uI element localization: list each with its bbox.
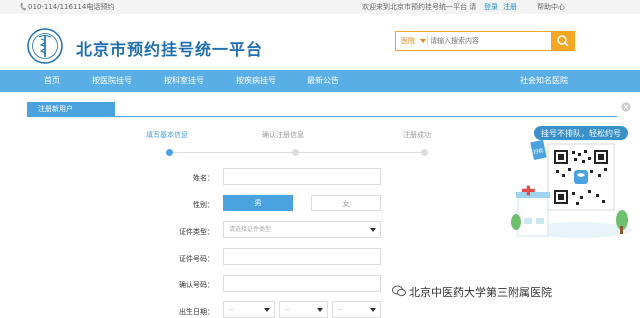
nav-item-by-hospital[interactable]: 按医院挂号: [92, 70, 132, 92]
id-number-label: 证件号码：: [179, 255, 214, 263]
id-type-select[interactable]: 请选择证件类型: [223, 221, 381, 238]
welcome-text: 欢迎来到北京市预约挂号统一平台 请: [362, 3, 477, 11]
chevron-down-icon: [370, 308, 376, 312]
step-indicator: [292, 149, 299, 156]
confirm-number-label: 确认号码：: [179, 281, 214, 289]
chevron-down-icon: [420, 39, 426, 43]
name-label: 姓名：: [193, 174, 214, 182]
promo-banner-text: 挂号不排队，轻松约号: [541, 128, 621, 138]
panel-title: 注册新用户: [27, 102, 115, 117]
wechat-icon: [392, 285, 406, 297]
main-nav: 首页 按医院挂号 按科室挂号 按疾病挂号 最新公告 社会知名医院: [0, 70, 640, 92]
step-label-success: 注册成功: [403, 131, 431, 139]
name-field[interactable]: [223, 168, 381, 185]
search-input[interactable]: [430, 34, 540, 48]
birth-month-select[interactable]: --: [279, 301, 328, 318]
chevron-down-icon: [317, 308, 323, 312]
step-label-confirm-info: 确认注册信息: [262, 131, 304, 139]
gender-female-button[interactable]: 女: [311, 195, 381, 211]
search-button[interactable]: [551, 31, 575, 51]
nav-item-announcements[interactable]: 最新公告: [307, 70, 339, 92]
birth-day-select[interactable]: --: [332, 301, 381, 318]
chevron-down-icon: [264, 308, 270, 312]
id-type-placeholder: 请选择证件类型: [229, 226, 272, 233]
search-divider: [427, 36, 428, 46]
site-title: 北京市预约挂号统一平台: [76, 40, 264, 59]
step-connector: [171, 152, 295, 153]
watermark-text: 北京中医药大学第三附属医院: [409, 286, 552, 299]
birth-year-placeholder: --: [229, 306, 234, 313]
step-indicator-active: [166, 149, 173, 156]
help-center-link[interactable]: 帮助中心: [537, 0, 565, 14]
gender-label: 性别：: [193, 201, 214, 209]
site-logo[interactable]: [27, 28, 63, 64]
id-number-field[interactable]: [223, 248, 381, 265]
confirm-number-field[interactable]: [223, 275, 381, 292]
birth-day-placeholder: --: [338, 306, 343, 313]
nav-item-famous-hospitals[interactable]: 社会知名医院: [520, 70, 568, 92]
step-connector: [295, 152, 425, 153]
id-type-label: 证件类型：: [179, 228, 214, 236]
close-icon[interactable]: [621, 102, 631, 112]
search-category-label: 医院: [401, 37, 415, 45]
login-link[interactable]: 登录: [484, 0, 498, 14]
nav-item-by-disease[interactable]: 按疾病挂号: [236, 70, 276, 92]
birth-date-label: 出生日期：: [179, 308, 214, 316]
phone-icon: [20, 3, 26, 11]
nav-item-by-department[interactable]: 按科室挂号: [164, 70, 204, 92]
step-label-fill-info: 填写基本信息: [146, 131, 188, 139]
search-icon: [557, 35, 569, 47]
search-bar: 医院: [395, 31, 575, 51]
gender-male-button[interactable]: 男: [223, 195, 293, 211]
register-link[interactable]: 注册: [503, 0, 517, 14]
nav-item-home[interactable]: 首页: [44, 70, 60, 92]
hotline-text: 010-114/116114电话预约: [28, 3, 115, 11]
site-header: 北京市预约挂号统一平台 医院: [0, 14, 640, 70]
birth-year-select[interactable]: --: [223, 301, 275, 318]
wechat-promo-illustration[interactable]: 挂号不排队，轻松约号 扫我: [510, 118, 635, 246]
panel-divider: [27, 116, 617, 117]
chevron-down-icon: [370, 228, 376, 232]
step-indicator: [421, 149, 428, 156]
birth-month-placeholder: --: [285, 306, 290, 313]
top-bar: 010-114/116114电话预约 欢迎来到北京市预约挂号统一平台 请 登录 …: [0, 0, 640, 14]
